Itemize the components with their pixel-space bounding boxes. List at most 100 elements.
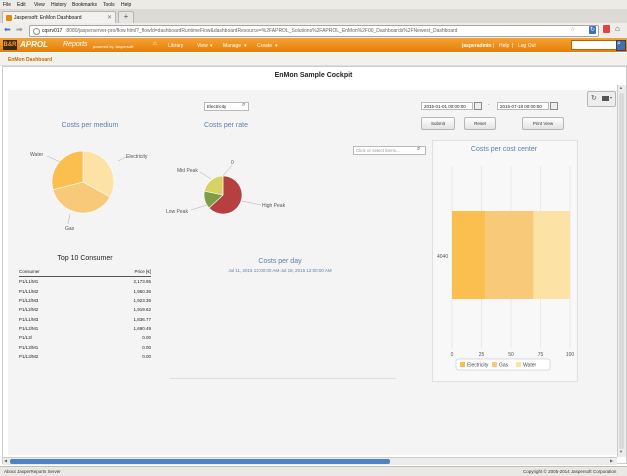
- brand-name: APROL: [20, 40, 48, 49]
- vertical-scrollbar[interactable]: ▲ ▼: [617, 85, 626, 457]
- table-row: P1/L1/M1 2,173.95: [19, 277, 151, 287]
- medium-select[interactable]: Electricity ⌕: [204, 102, 249, 111]
- chevron-down-icon[interactable]: ▾: [610, 95, 612, 100]
- x-tick-label: 50: [508, 352, 514, 358]
- legend-swatch-electricity[interactable]: [460, 362, 465, 367]
- day-chart-title: Costs per day: [258, 258, 302, 265]
- menu-edit[interactable]: Edit: [17, 2, 26, 8]
- consumer-cell: P1/L2/M2: [19, 307, 39, 313]
- export-icon[interactable]: [602, 96, 609, 101]
- pie-label-electricity: Electricity: [126, 154, 148, 160]
- page-header: EnMon Dashboard: [0, 53, 627, 66]
- date-to-field[interactable]: 2015-07-18 00:00:00: [497, 102, 549, 110]
- price-cell: 1,690.49: [133, 325, 151, 331]
- scroll-left-icon[interactable]: ◀: [4, 458, 7, 463]
- search-button[interactable]: ⌕: [616, 40, 626, 51]
- refresh-icon[interactable]: ↻: [591, 94, 597, 102]
- legend-label-electricity[interactable]: Electricity: [467, 363, 489, 369]
- logout-link[interactable]: Log Out: [518, 43, 536, 49]
- consumer-cell: P1/L3/: [19, 335, 33, 341]
- scroll-right-icon[interactable]: ▶: [610, 458, 613, 463]
- table-row: P1/L1/M2 1,950.36: [19, 287, 151, 296]
- status-right: Copyright © 2005-2014 Jaspersoft Corpora…: [523, 469, 617, 474]
- scroll-down-icon[interactable]: ▼: [619, 449, 623, 454]
- submit-button[interactable]: Submit: [421, 117, 455, 130]
- bar-segment-electricity[interactable]: [452, 211, 486, 299]
- x-tick-label: 75: [538, 352, 544, 358]
- table-row: P1/L2/M3 1,923.36: [19, 296, 151, 305]
- reload-icon[interactable]: ↻: [589, 26, 596, 34]
- price-cell: 1,836.77: [133, 316, 151, 322]
- bookmark-star-icon[interactable]: ☆: [570, 26, 575, 33]
- br-logo: B&R: [3, 40, 17, 50]
- rate-pie-chart: 0 Mid Peak Low Peak High Peak: [166, 160, 286, 215]
- nav-create[interactable]: Create: [257, 43, 272, 49]
- price-cell: 0.00: [142, 344, 151, 350]
- scroll-up-icon[interactable]: ▲: [619, 85, 623, 90]
- breadcrumb[interactable]: EnMon Dashboard: [8, 57, 52, 63]
- divider: [170, 378, 396, 379]
- consumer-cell: P1/L3/M2: [19, 353, 39, 359]
- menu-help[interactable]: Help: [121, 2, 131, 8]
- nav-view[interactable]: View: [197, 43, 208, 49]
- cost-center-title: Costs per cost center: [470, 146, 538, 153]
- stop-icon[interactable]: [603, 25, 610, 33]
- close-tab-icon[interactable]: ✕: [107, 14, 112, 21]
- consumer-cell: P1/L1/M2: [19, 288, 39, 294]
- browser-menubar: File Edit View History Bookmarks Tools H…: [0, 0, 627, 9]
- rate-chart-title: Costs per rate: [204, 122, 248, 129]
- print-view-button[interactable]: Print View: [522, 117, 564, 130]
- price-cell: 2,173.95: [133, 279, 151, 285]
- chevron-down-icon: ▾: [275, 43, 278, 49]
- legend-label-water[interactable]: Water: [523, 363, 536, 369]
- medium-chart-title: Costs per medium: [61, 122, 119, 129]
- bar-segment-gas[interactable]: [485, 211, 534, 299]
- item-select-field[interactable]: Click or select items... ⌕: [353, 146, 426, 155]
- nav-library[interactable]: Library: [168, 43, 183, 49]
- legend-swatch-gas[interactable]: [492, 362, 497, 367]
- scrollbar-thumb[interactable]: [10, 459, 390, 464]
- top10-title: Top 10 Consumer: [57, 255, 113, 262]
- search-input[interactable]: [571, 40, 617, 50]
- separator: |: [493, 43, 495, 49]
- chevron-down-icon: ▾: [210, 43, 213, 49]
- scrollbar-thumb[interactable]: [619, 93, 624, 449]
- category-label: 4040: [437, 254, 448, 260]
- url-field[interactable]: cqsrv017 :8080/jasperserver-pro/flow.htm…: [29, 25, 599, 37]
- brand-sub: Reports: [63, 41, 88, 48]
- x-tick-label: 25: [479, 352, 485, 358]
- home-nav-icon[interactable]: ⌂: [153, 41, 157, 47]
- menu-tools[interactable]: Tools: [103, 2, 115, 8]
- price-cell: 0.00: [142, 335, 151, 341]
- table-row: P1/L3/M2 0.00: [19, 352, 151, 361]
- reset-button[interactable]: Reset: [464, 117, 496, 130]
- legend-swatch-water[interactable]: [516, 362, 521, 367]
- horizontal-scrollbar[interactable]: ◀ ▶: [3, 457, 617, 465]
- help-link[interactable]: Help: [499, 43, 509, 49]
- x-tick-label: 100: [566, 352, 575, 358]
- bar-segment-water[interactable]: [533, 211, 570, 299]
- jaspersoft-favicon-icon: [6, 15, 12, 21]
- legend-label-gas[interactable]: Gas: [499, 363, 509, 369]
- menu-bookmarks[interactable]: Bookmarks: [72, 2, 97, 8]
- price-cell: 1,923.36: [133, 298, 151, 304]
- home-icon[interactable]: ⌂: [615, 24, 620, 33]
- nav-manage[interactable]: Manage: [223, 43, 241, 49]
- menu-file[interactable]: File: [3, 2, 11, 8]
- calendar-icon[interactable]: [550, 102, 558, 110]
- search-icon: ⌕: [617, 40, 621, 47]
- menu-view[interactable]: View: [34, 2, 45, 8]
- tab-title: Jaspersoft: EnMon Dashboard: [14, 15, 82, 21]
- calendar-icon[interactable]: [474, 102, 482, 110]
- date-from-field[interactable]: 2015-01-01 00:00:00: [421, 102, 473, 110]
- menu-history[interactable]: History: [51, 2, 67, 8]
- page-title: EnMon Sample Cockpit: [274, 72, 353, 79]
- forward-arrow-icon[interactable]: ➡: [16, 25, 23, 34]
- back-arrow-icon[interactable]: ⬅: [4, 25, 11, 34]
- table-row: P1/L1/M3 1,836.77: [19, 314, 151, 323]
- date-from-value: 2015-01-01 00:00:00: [424, 104, 466, 109]
- table-row: P1/L3/M1 0.00: [19, 342, 151, 351]
- top10-table: Consumer Price [€] P1/L1/M1 2,173.95 P1/L1…: [19, 267, 151, 361]
- site-identity-icon: [33, 27, 40, 35]
- user-name[interactable]: jasperadmin: [462, 43, 491, 49]
